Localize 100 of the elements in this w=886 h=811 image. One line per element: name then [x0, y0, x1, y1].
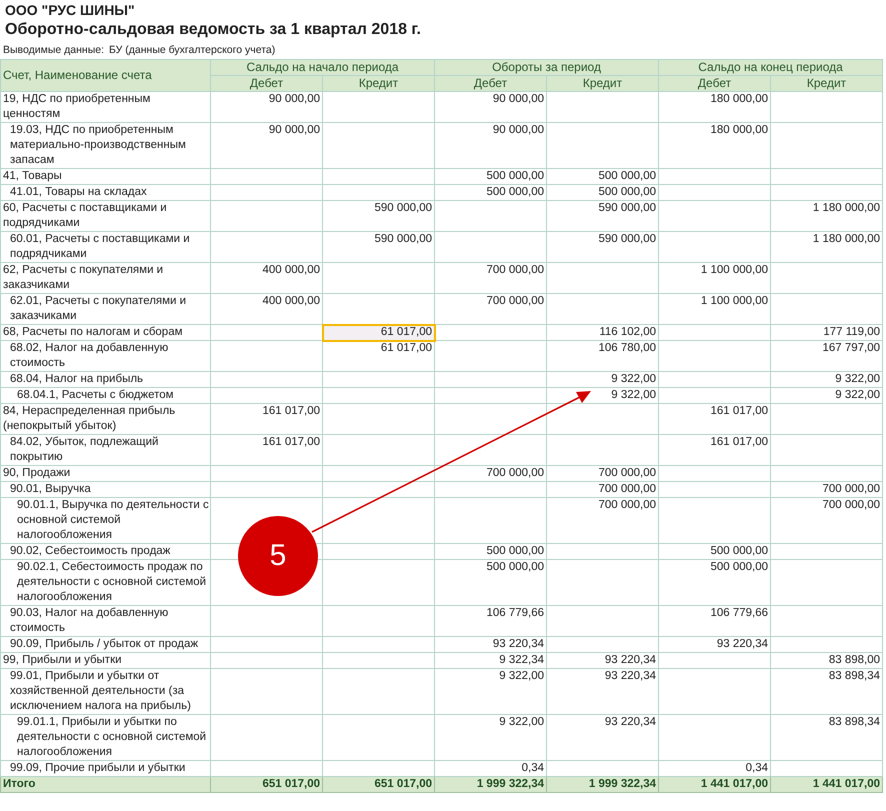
total-cell: 1 999 322,34 — [546, 776, 659, 792]
table-cell: 700 000,00 — [434, 294, 546, 324]
column-header: Дебет — [434, 76, 546, 92]
report-title: Оборотно-сальдовая ведомость за 1 квартал 2018 г. — [4, 20, 422, 40]
table-cell: 161 017,00 — [658, 404, 771, 434]
table-cell: 500 000,00 — [658, 544, 771, 560]
account-name: 68.02, Налог на добавленную стоимость — [10, 342, 168, 369]
account-name: 62, Расчеты с покупателями и заказчиками — [3, 264, 164, 291]
account-name: 62.01, Расчеты с покупателями и заказчиками — [10, 295, 186, 322]
table-cell: 500 000,00 — [546, 168, 659, 184]
table-cell: 400 000,00 — [210, 294, 322, 324]
table-cell: 116 102,00 — [546, 324, 659, 340]
table-cell: 700 000,00 — [770, 498, 883, 544]
table-cell: 500 000,00 — [434, 184, 546, 200]
account-name: 60, Расчеты с поставщиками и подрядчиками — [3, 202, 167, 229]
table-cell: 700 000,00 — [546, 466, 659, 482]
total-cell: 1 441 017,00 — [658, 776, 771, 792]
account-name: 84.02, Убыток, подлежащий покрытию — [10, 436, 158, 463]
table-cell: 1 100 000,00 — [658, 262, 771, 294]
table-cell: 590 000,00 — [546, 232, 659, 262]
table-cell: 590 000,00 — [322, 200, 434, 232]
table-cell: 83 898,34 — [770, 714, 883, 760]
output-data-value: БУ (данные бухгалтерского учета) — [109, 44, 276, 57]
output-data-label: Выводимые данные: — [3, 44, 104, 57]
table-cell: 90 000,00 — [210, 92, 322, 122]
table-cell: 9 322,00 — [770, 388, 883, 404]
table-cell: 9 322,00 — [770, 372, 883, 388]
table-cell: 700 000,00 — [434, 466, 546, 482]
column-header: Сальдо на конец периода — [658, 60, 883, 76]
account-name: 90.01.1, Выручка по деятельности с основной системой налогообложения — [17, 499, 209, 541]
table-cell: 61 017,00 — [322, 340, 434, 372]
account-name: 68.04, Налог на прибыль — [10, 373, 144, 385]
table-cell: 90 000,00 — [210, 122, 322, 168]
table-cell: 93 220,34 — [546, 668, 659, 714]
table-cell: 500 000,00 — [434, 544, 546, 560]
account-name: 90.02, Себестоимость продаж — [10, 545, 170, 557]
table-cell: 93 220,34 — [546, 652, 659, 668]
total-cell: 651 017,00 — [322, 776, 434, 792]
column-header: Счет, Наименование счета — [0, 60, 210, 92]
table-cell: 700 000,00 — [546, 498, 659, 544]
table-cell: 500 000,00 — [546, 184, 659, 200]
account-name: 19.03, НДС по приобретенным материально-производственным запасам — [10, 124, 186, 166]
total-cell: 1 999 322,34 — [434, 776, 546, 792]
table-cell: 106 779,66 — [658, 606, 771, 636]
table-cell: 1 100 000,00 — [658, 294, 771, 324]
table-cell: 180 000,00 — [658, 122, 771, 168]
account-name: 90, Продажи — [3, 467, 70, 479]
column-header: Кредит — [770, 76, 883, 92]
account-name: 90.01, Выручка — [10, 483, 91, 495]
account-name: 90.03, Налог на добавленную стоимость — [10, 607, 168, 634]
total-cell: 651 017,00 — [210, 776, 322, 792]
table-cell: 90 000,00 — [434, 122, 546, 168]
table-cell: 90 000,00 — [434, 92, 546, 122]
step-number-badge: 5 — [238, 516, 318, 596]
total-cell: 1 441 017,00 — [770, 776, 883, 792]
column-header: Сальдо на начало периода — [210, 60, 434, 76]
table-cell: 1 180 000,00 — [770, 200, 883, 232]
table-cell: 93 220,34 — [546, 714, 659, 760]
table-cell: 93 220,34 — [658, 636, 771, 652]
selected-cell: 61 017,00 — [322, 324, 434, 340]
account-name: 68, Расчеты по налогам и сборам — [3, 326, 183, 338]
account-name: 41.01, Товары на складах — [10, 186, 147, 198]
table-cell: 700 000,00 — [434, 262, 546, 294]
table-cell: 590 000,00 — [322, 232, 434, 262]
account-name: 99.09, Прочие прибыли и убытки — [10, 762, 186, 774]
table-cell: 9 322,00 — [434, 668, 546, 714]
account-name: 60.01, Расчеты с поставщиками и подрядчиками — [10, 233, 190, 260]
account-name: 99.01, Прибыли и убытки от хозяйственной деятельности (за исключением налога на прибыль) — [10, 670, 191, 712]
table-cell: 9 322,34 — [434, 652, 546, 668]
table-cell: 106 779,66 — [434, 606, 546, 636]
account-name: 84, Нераспределенная прибыль (непокрытый убыток) — [3, 405, 176, 432]
company-name: ООО "РУС ШИНЫ" — [4, 1, 136, 18]
table-cell: 500 000,00 — [434, 168, 546, 184]
column-header: Дебет — [210, 76, 322, 92]
table-cell: 106 780,00 — [546, 340, 659, 372]
table-cell: 177 119,00 — [770, 324, 883, 340]
table-cell: 400 000,00 — [210, 262, 322, 294]
table-cell: 83 898,00 — [770, 652, 883, 668]
table-cell: 180 000,00 — [658, 92, 771, 122]
table-cell: 9 322,00 — [546, 372, 659, 388]
column-header: Дебет — [658, 76, 771, 92]
column-header: Кредит — [322, 76, 434, 92]
table-cell: 161 017,00 — [658, 434, 771, 466]
table-cell: 161 017,00 — [210, 404, 322, 434]
account-name: 99.01.1, Прибыли и убытки по деятельности с основной системой налогообложения — [17, 716, 206, 758]
table-cell: 161 017,00 — [210, 434, 322, 466]
table-cell: 167 797,00 — [770, 340, 883, 372]
table-cell: 500 000,00 — [434, 560, 546, 606]
table-cell: 700 000,00 — [770, 482, 883, 498]
total-label: Итого — [0, 776, 210, 792]
account-name: 99, Прибыли и убытки — [3, 654, 122, 666]
table-cell: 9 322,00 — [434, 714, 546, 760]
account-name: 41, Товары — [3, 170, 62, 182]
table-cell: 700 000,00 — [546, 482, 659, 498]
account-name: 68.04.1, Расчеты с бюджетом — [17, 389, 174, 401]
account-name: 19, НДС по приобретенным ценностям — [3, 93, 150, 120]
table-cell: 590 000,00 — [546, 200, 659, 232]
column-header: Кредит — [546, 76, 659, 92]
account-name: 90.02.1, Себестоимость продаж по деятельности с основной системой налогообложения — [17, 561, 206, 603]
table-cell: 1 180 000,00 — [770, 232, 883, 262]
